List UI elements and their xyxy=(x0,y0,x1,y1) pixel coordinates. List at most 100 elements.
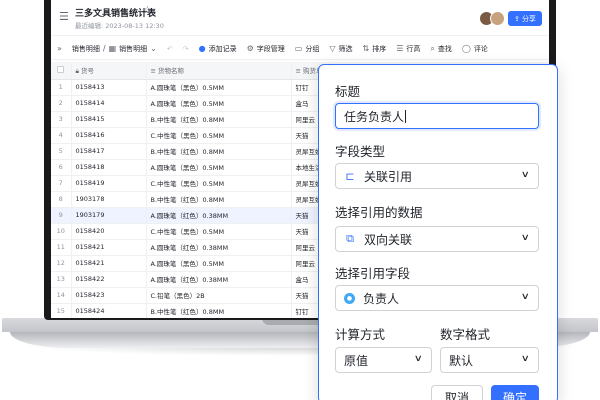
cell-sku[interactable]: 1903179 xyxy=(71,207,147,224)
add-record-button[interactable]: ● 添加记录 xyxy=(199,44,237,54)
cell-sku[interactable]: 0158413 xyxy=(71,79,147,96)
confirm-button[interactable]: 确定 xyxy=(491,385,539,400)
cell-sku[interactable]: 0158420 xyxy=(71,223,147,240)
field-manage-label: 字段管理 xyxy=(256,44,285,53)
column-header-name[interactable]: ≡ 货物名称 xyxy=(146,62,292,80)
chevron-down-icon: ⌄ xyxy=(150,44,157,53)
select-all-checkbox[interactable] xyxy=(51,62,72,80)
chevron-down-icon: ∨ xyxy=(521,354,531,364)
cell-sku[interactable]: 0158421 xyxy=(71,255,147,272)
row-index: 12 xyxy=(51,255,72,272)
menu-icon[interactable]: ☰ xyxy=(59,10,69,23)
row-index: 6 xyxy=(51,159,72,176)
calc-value: 原值 xyxy=(344,353,369,368)
cell-name[interactable]: A.圆珠笔（黑色）0.5MM xyxy=(146,79,292,96)
cell-sku[interactable]: 0158416 xyxy=(71,127,147,144)
row-index: 9 xyxy=(51,207,72,224)
cell-name[interactable]: A.圆珠笔（黑色）0.5MM xyxy=(146,95,292,112)
cell-name[interactable]: B.中性笔（红色）0.8MM xyxy=(146,303,292,318)
cell-sku[interactable]: 0158422 xyxy=(71,271,147,288)
cell-name[interactable]: C.铅笔（黑色）2B xyxy=(146,287,292,304)
avatar[interactable] xyxy=(490,11,505,26)
current-view-label: 销售明细 xyxy=(119,44,148,53)
share-label: 分享 xyxy=(521,14,536,23)
chevron-down-icon: ∨ xyxy=(414,354,424,364)
filter-label: 筛选 xyxy=(338,44,353,53)
cell-name[interactable]: A.圆珠笔（黑色）0.5MM xyxy=(146,159,292,176)
text-caret xyxy=(405,109,407,123)
redo-button[interactable]: ↷ xyxy=(183,45,189,53)
chevron-down-icon: ∨ xyxy=(521,170,531,180)
row-height-icon: ☰ xyxy=(396,44,404,53)
cell-sku[interactable]: 0158419 xyxy=(71,175,147,192)
undo-button[interactable]: ↶ xyxy=(167,45,173,53)
double-chevron-right-icon: » xyxy=(57,44,62,53)
table-view-icon: ▦ xyxy=(108,44,117,53)
chevron-down-icon: ∨ xyxy=(521,233,531,243)
search-icon: ⌕ xyxy=(430,43,435,53)
field-config-dialog: 标题 任务负责人 字段类型 ⊏ 关联引用 ∨ 选择引用的数据 ⧉ 双向关联 ∨ … xyxy=(318,64,558,400)
cell-sku[interactable]: 0158421 xyxy=(71,239,147,256)
format-value: 默认 xyxy=(449,353,474,368)
search-button[interactable]: ⌕ 查找 xyxy=(430,44,451,54)
star-icon[interactable]: ☆ xyxy=(143,5,152,16)
row-index: 2 xyxy=(51,95,72,112)
row-height-label: 行高 xyxy=(406,44,421,53)
cell-sku[interactable]: 0158423 xyxy=(71,287,147,304)
cell-name[interactable]: C.中性笔（黑色）0.5MM xyxy=(146,223,292,240)
group-label: 分组 xyxy=(305,44,320,53)
filter-button[interactable]: ▽ 筛选 xyxy=(329,44,352,54)
field-manage-button[interactable]: ⚙ 字段管理 xyxy=(247,44,285,54)
cell-sku[interactable]: 0158414 xyxy=(71,95,147,112)
cell-sku[interactable]: 0158415 xyxy=(71,111,147,128)
title-input[interactable]: 任务负责人 xyxy=(335,103,539,129)
chevron-down-icon: ∨ xyxy=(521,292,531,302)
checkbox xyxy=(57,65,65,73)
cell-name[interactable]: B.中性笔（红色）0.8MM xyxy=(146,143,292,160)
person-icon: ● xyxy=(344,292,355,304)
cell-name[interactable]: B.中性笔（红色）0.8MM xyxy=(146,111,292,128)
ref-field-select[interactable]: ● 负责人 ∨ xyxy=(335,285,539,311)
format-select[interactable]: 默认 ∨ xyxy=(440,347,539,373)
cell-name[interactable]: B.中性笔（红色）0.8MM xyxy=(146,191,292,208)
row-index: 8 xyxy=(51,191,72,208)
row-height-button[interactable]: ☰ 行高 xyxy=(396,44,420,54)
comment-button[interactable]: ◯ 评论 xyxy=(462,44,488,54)
cell-name[interactable]: C.中性笔（黑色）0.5MM xyxy=(146,127,292,144)
group-button[interactable]: ▭ 分组 xyxy=(295,44,320,54)
view-breadcrumb-label: 销售明细 xyxy=(71,44,100,53)
breadcrumb-separator: / xyxy=(102,44,106,53)
field-type-value: 关联引用 xyxy=(364,169,413,184)
cell-name[interactable]: A.圆珠笔（红色）0.38MM xyxy=(146,271,292,288)
field-type-select[interactable]: ⊏ 关联引用 ∨ xyxy=(335,163,539,189)
cell-name[interactable]: C.中性笔（黑色）0.5MM xyxy=(146,175,292,192)
cell-name[interactable]: A.圆珠笔（黑色）0.5MM xyxy=(146,255,292,272)
ref-data-label: 选择引用的数据 xyxy=(335,205,423,220)
text-field-icon: ≡ xyxy=(150,67,159,76)
row-index: 15 xyxy=(51,303,72,318)
row-index: 1 xyxy=(51,79,72,96)
last-edited: 最近编辑: 2023-08-13 12:30 xyxy=(75,22,164,30)
column-header-sku[interactable]: 🔒︎ 货号 xyxy=(71,62,147,80)
view-breadcrumb[interactable]: 销售明细 / ▦ 销售明细 ⌄ xyxy=(72,44,157,54)
cell-sku[interactable]: 0158418 xyxy=(71,159,147,176)
cell-sku[interactable]: 1903178 xyxy=(71,191,147,208)
filter-icon: ▽ xyxy=(329,44,336,53)
cell-sku[interactable]: 0158424 xyxy=(71,303,147,318)
row-index: 5 xyxy=(51,143,72,160)
expand-sidebar-button[interactable]: » xyxy=(57,44,62,53)
column-header-label: 货号 xyxy=(81,66,95,75)
share-button[interactable]: ⇪ 分享 xyxy=(508,11,542,26)
cancel-button[interactable]: 取消 xyxy=(431,385,483,400)
row-index: 4 xyxy=(51,127,72,144)
cell-sku[interactable]: 0158417 xyxy=(71,143,147,160)
ref-data-select[interactable]: ⧉ 双向关联 ∨ xyxy=(335,226,539,252)
gear-icon: ⚙ xyxy=(246,44,254,53)
text-field-icon: ≡ xyxy=(295,67,304,76)
cell-name[interactable]: A.圆珠笔（红色）0.38MM xyxy=(146,207,292,224)
calc-select[interactable]: 原值 ∨ xyxy=(335,347,432,373)
title-label: 标题 xyxy=(335,84,361,99)
cell-name[interactable]: A.圆珠笔（红色）0.38MM xyxy=(146,239,292,256)
search-label: 查找 xyxy=(437,44,452,53)
sort-button[interactable]: ⇅ 排序 xyxy=(363,44,387,54)
